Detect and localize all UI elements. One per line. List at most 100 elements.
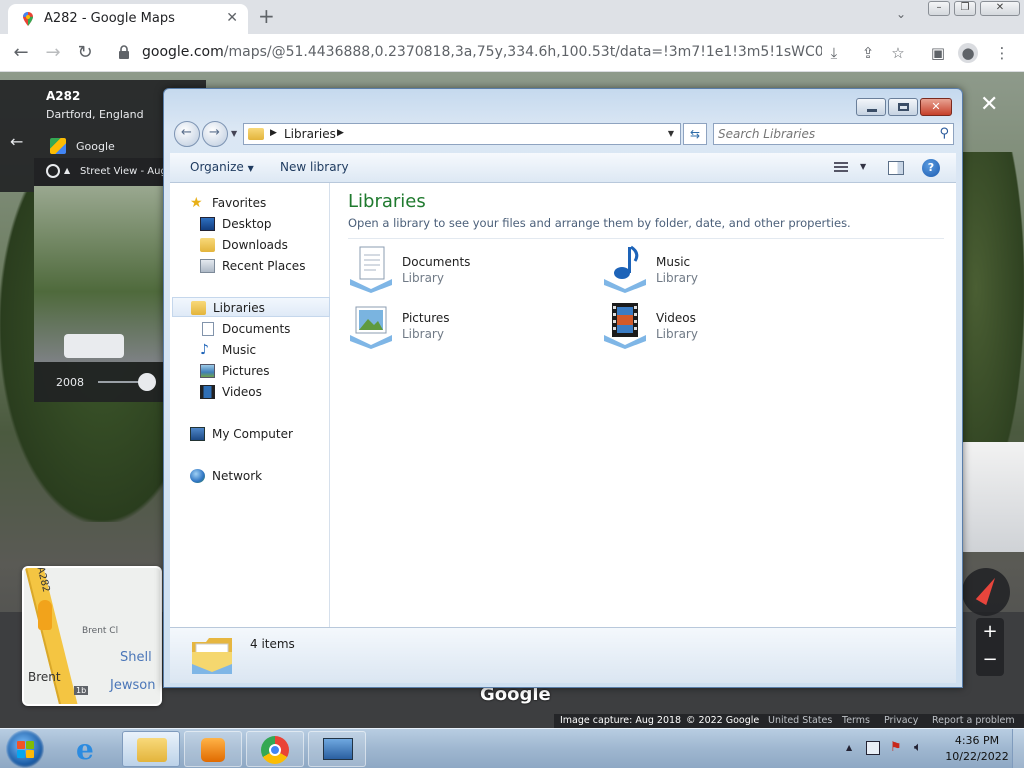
recent-pages-dropdown-icon[interactable]: ▼ [231, 129, 237, 138]
change-view-icon[interactable] [834, 160, 854, 176]
new-library-button[interactable]: New library [280, 160, 349, 174]
breadcrumb-arrow-icon[interactable]: ▶ [270, 128, 277, 138]
search-icon[interactable]: ⚲ [939, 126, 949, 141]
organize-label: Organize [190, 160, 244, 174]
explorer-maximize-button[interactable] [888, 98, 918, 116]
clock-time[interactable]: 4:36 PM [952, 734, 1002, 747]
show-desktop-button[interactable] [1012, 729, 1024, 768]
explorer-search-box[interactable]: ⚲ [713, 123, 954, 145]
nav-documents[interactable]: Documents [170, 319, 328, 339]
reload-icon[interactable]: ↻ [72, 40, 98, 66]
nav-my-computer-label: My Computer [212, 427, 293, 441]
window-close-button[interactable]: ✕ [980, 1, 1020, 16]
street-view-preview-thumbnail[interactable] [34, 186, 166, 362]
organize-button[interactable]: Organize ▼ [190, 160, 254, 174]
url-path: /maps/@51.4436888,0.2370818,3a,75y,334.6… [223, 44, 822, 60]
videos-icon [200, 385, 215, 399]
library-documents[interactable]: Documents Library [348, 245, 588, 299]
explorer-window: ✕ ▼ ▶ Libraries ▶ ▼ ⇆ ⚲ Organize ▼ New l… [163, 88, 963, 688]
browser-tab[interactable]: A282 - Google Maps ✕ [8, 4, 248, 34]
timeline-slider[interactable]: 2008 [34, 362, 166, 402]
compass-icon[interactable] [962, 568, 1010, 616]
help-icon[interactable]: ? [922, 159, 940, 177]
address-history-dropdown-icon[interactable]: ▼ [668, 129, 674, 138]
library-pictures-type: Library [402, 327, 444, 341]
volume-speaker-icon[interactable]: 🔈︎ [914, 741, 928, 755]
publisher-name: Google [76, 140, 115, 153]
taskbar-internet-explorer-button[interactable]: e [60, 731, 118, 767]
timeline-knob[interactable] [138, 373, 156, 391]
explorer-minimize-button[interactable] [856, 98, 886, 116]
nav-network[interactable]: Network [170, 466, 328, 486]
nav-my-computer[interactable]: My Computer [170, 424, 328, 444]
taskbar-explorer-button[interactable] [122, 731, 180, 767]
back-arrow-icon[interactable]: ← [8, 40, 34, 66]
library-videos[interactable]: Videos Library [602, 301, 842, 355]
profile-avatar-icon[interactable]: ● [958, 43, 978, 63]
history-clock-icon[interactable] [46, 164, 60, 178]
explorer-forward-button[interactable] [202, 121, 228, 147]
address-bar[interactable]: google.com/maps/@51.4436888,0.2370818,3a… [110, 38, 910, 68]
window-maximize-button[interactable]: ❐ [954, 1, 976, 16]
clock-date[interactable]: 10/22/2022 [944, 750, 1010, 763]
browser-toolbar: ← → ↻ google.com/maps/@51.4436888,0.2370… [0, 34, 1024, 72]
explorer-back-button[interactable] [174, 121, 200, 147]
window-minimize-button[interactable]: – [928, 1, 950, 16]
start-button-windows-icon[interactable] [6, 730, 44, 768]
explorer-address-bar[interactable]: ▶ Libraries ▶ ▼ [243, 123, 681, 145]
nav-downloads[interactable]: Downloads [170, 235, 328, 255]
show-hidden-icons-chevron-icon[interactable]: ▲ [846, 743, 852, 752]
preview-pane-icon[interactable] [888, 161, 904, 175]
terms-link[interactable]: Terms [842, 715, 870, 726]
nav-pictures[interactable]: Pictures [170, 361, 328, 381]
taskbar-remote-desktop-button[interactable] [308, 731, 366, 767]
taskbar-chrome-button[interactable] [246, 731, 304, 767]
refresh-icon[interactable]: ⇆ [683, 123, 707, 145]
library-music[interactable]: Music Library [602, 245, 842, 299]
share-icon[interactable]: ⇪ [858, 43, 878, 63]
explorer-close-button[interactable]: ✕ [920, 98, 952, 116]
computer-icon [190, 427, 205, 441]
install-app-icon[interactable]: ⤓ [824, 43, 844, 63]
street-view-date-bar[interactable]: ▲ Street View - Aug [34, 158, 167, 186]
action-center-flag-icon[interactable]: ⚑ [890, 741, 904, 755]
tab-search-chevron-icon[interactable]: ⌄ [896, 7, 906, 21]
libraries-folder-icon [248, 128, 264, 140]
nav-music[interactable]: ♪ Music [170, 340, 328, 360]
url-text[interactable]: google.com/maps/@51.4436888,0.2370818,3a… [142, 44, 822, 60]
side-panel-icon[interactable]: ▣ [928, 43, 948, 63]
nav-recent-places[interactable]: Recent Places [170, 256, 328, 276]
nav-desktop[interactable]: Desktop [170, 214, 328, 234]
country-link[interactable]: United States [768, 715, 832, 726]
navigation-pane: ★ Favorites Desktop Downloads Recent Pla… [170, 183, 330, 627]
network-tray-icon[interactable] [866, 741, 880, 755]
place-subtitle: Dartford, England [46, 108, 144, 121]
zoom-out-button[interactable]: − [976, 646, 1004, 674]
library-pictures[interactable]: Pictures Library [348, 301, 588, 355]
library-documents-name: Documents [402, 255, 471, 269]
nav-videos[interactable]: Videos [170, 382, 328, 402]
lock-icon[interactable] [118, 45, 130, 59]
pictures-library-icon [350, 306, 392, 349]
new-tab-button[interactable]: + [258, 4, 275, 28]
report-problem-link[interactable]: Report a problem [932, 715, 1015, 726]
back-arrow-icon[interactable]: ← [10, 132, 23, 151]
pegman-icon[interactable] [38, 600, 52, 630]
zoom-in-button[interactable]: + [976, 618, 1004, 646]
nav-libraries[interactable]: Libraries [172, 297, 330, 317]
browser-menu-icon[interactable]: ⋮ [992, 43, 1012, 63]
breadcrumb-libraries[interactable]: Libraries [284, 127, 336, 141]
minimap[interactable]: A282 Brent Cl Shell Brent 1b Jewson [22, 566, 162, 706]
view-options-dropdown-icon[interactable]: ▼ [860, 162, 866, 171]
caret-up-icon[interactable]: ▲ [64, 166, 70, 175]
nav-favorites[interactable]: ★ Favorites [170, 193, 328, 213]
close-street-view-icon[interactable]: ✕ [980, 92, 998, 117]
tab-close-icon[interactable]: ✕ [226, 10, 238, 26]
taskbar-media-player-button[interactable] [184, 731, 242, 767]
explorer-search-input[interactable] [718, 126, 928, 142]
forward-arrow-icon[interactable]: → [40, 40, 66, 66]
bookmark-star-icon[interactable]: ☆ [888, 43, 908, 63]
breadcrumb-arrow-icon[interactable]: ▶ [337, 128, 344, 138]
videos-library-icon [604, 303, 646, 349]
privacy-link[interactable]: Privacy [884, 715, 918, 726]
